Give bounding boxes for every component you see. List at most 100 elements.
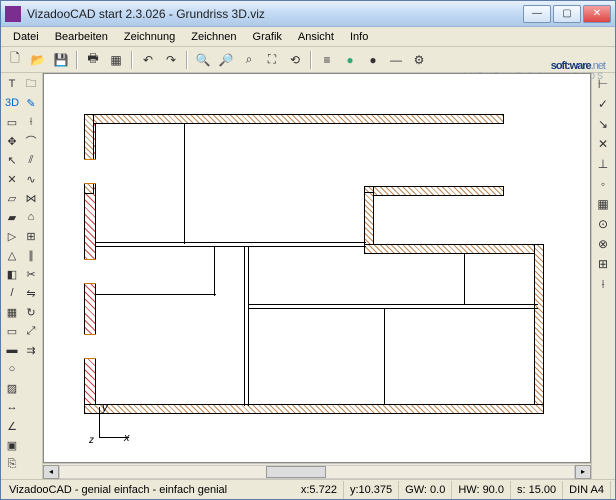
window-title: VizadooCAD start 2.3.026 - Grundriss 3D.…: [27, 7, 523, 21]
scroll-right-button[interactable]: ▸: [575, 465, 591, 479]
mirror-tool-icon[interactable]: ⇋: [22, 284, 40, 302]
menu-datei[interactable]: Datei: [5, 29, 47, 45]
minimize-button[interactable]: —: [523, 5, 551, 23]
eraser-tool-icon[interactable]: ✕: [3, 170, 21, 188]
maximize-button[interactable]: ▢: [553, 5, 581, 23]
door-tool-icon[interactable]: ⌂: [22, 208, 40, 226]
view-3d-icon[interactable]: 3D: [3, 94, 21, 112]
selection-tool-icon[interactable]: ▭: [3, 113, 21, 131]
menu-zeichnung[interactable]: Zeichnung: [116, 29, 183, 45]
new-file-icon[interactable]: 🗋: [5, 50, 25, 70]
polygon-tool-icon[interactable]: ▷: [3, 227, 21, 245]
line-style-icon[interactable]: —: [386, 50, 406, 70]
status-hw: HW: 90.0: [452, 481, 511, 499]
menubar: Datei Bearbeiten Zeichnung Zeichnen Graf…: [1, 27, 615, 47]
app-icon: [5, 6, 21, 22]
snap-ortho-icon[interactable]: ⊞: [594, 255, 612, 273]
status-y: y:10.375: [344, 481, 399, 499]
hatch-tool-icon[interactable]: ▦: [3, 303, 21, 321]
right-toolbar: ⊢ ✓ ↘ ✕ ⊥ ◦ ▦ ⊙ ⊗ ⊞ ⟊: [591, 73, 615, 479]
wall-tool2-icon[interactable]: ▰: [3, 208, 21, 226]
axis-z-label: z: [89, 435, 94, 446]
status-gw: GW: 0.0: [399, 481, 452, 499]
join-tool-icon[interactable]: ⋈: [22, 189, 40, 207]
stairs-tool-icon[interactable]: ⫽: [22, 151, 40, 169]
menu-bearbeiten[interactable]: Bearbeiten: [47, 29, 116, 45]
insert-tool-icon[interactable]: ⎘: [3, 455, 21, 473]
measure-tool-icon[interactable]: ⟊: [22, 113, 40, 131]
menu-info[interactable]: Info: [342, 29, 376, 45]
scroll-track[interactable]: [59, 465, 575, 479]
rect-tool-icon[interactable]: ▭: [3, 322, 21, 340]
pointer-tool-icon[interactable]: ↖: [3, 151, 21, 169]
zoom-fit-icon[interactable]: ⛶: [262, 50, 282, 70]
axis-x-label: x: [124, 432, 130, 444]
menu-ansicht[interactable]: Ansicht: [290, 29, 342, 45]
main-area: T 3D ▭ ✥ ↖ ✕ ▱ ▰ ▷ △ ◧ / ▦ ▭ ▬ ○ ▨ ↔ ∠ ▣…: [1, 73, 615, 479]
scale-tool-icon[interactable]: ⤢: [22, 322, 40, 340]
pen-tool-icon[interactable]: ✎: [22, 94, 40, 112]
open-file-icon[interactable]: 📂: [28, 50, 48, 70]
status-s: s: 15.00: [511, 481, 563, 499]
zoom-in-icon[interactable]: 🔍: [193, 50, 213, 70]
save-file-icon[interactable]: 💾: [51, 50, 71, 70]
wall-tool-icon[interactable]: ▱: [3, 189, 21, 207]
redo-icon[interactable]: ↷: [161, 50, 181, 70]
line-tool-icon[interactable]: /: [3, 284, 21, 302]
offset-tool-icon[interactable]: ⇉: [22, 341, 40, 359]
snap-mid-icon[interactable]: ◦: [594, 175, 612, 193]
color-black-icon[interactable]: ●: [363, 50, 383, 70]
properties-tool-icon[interactable]: ◧: [3, 265, 21, 283]
triangle-tool-icon[interactable]: △: [3, 246, 21, 264]
rotate-tool-icon[interactable]: ↻: [22, 303, 40, 321]
angle-dim-tool-icon[interactable]: ∠: [3, 417, 21, 435]
zoom-previous-icon[interactable]: ⟲: [285, 50, 305, 70]
menu-zeichnen[interactable]: Zeichnen: [183, 29, 244, 45]
block-tool-icon[interactable]: ▣: [3, 436, 21, 454]
dimension-tool-icon[interactable]: ↔: [3, 398, 21, 416]
text-tool-icon[interactable]: T: [3, 75, 21, 93]
trim-tool-icon[interactable]: ✂: [22, 265, 40, 283]
drawing-canvas[interactable]: y x z: [43, 73, 591, 463]
status-x: x:5.722: [295, 481, 344, 499]
snap-check-icon[interactable]: ✓: [594, 95, 612, 113]
layer-icon[interactable]: ≡: [317, 50, 337, 70]
list-icon[interactable]: ▦: [106, 50, 126, 70]
circle-tool-icon[interactable]: ○: [3, 360, 21, 378]
statusbar: VizadooCAD - genial einfach - einfach ge…: [1, 479, 615, 499]
scroll-left-button[interactable]: ◂: [43, 465, 59, 479]
axis-y-label: y: [102, 402, 108, 414]
menu-grafik[interactable]: Grafik: [245, 29, 290, 45]
snap-grid-icon[interactable]: ▦: [594, 195, 612, 213]
curve-tool-icon[interactable]: ∿: [22, 170, 40, 188]
close-button[interactable]: ✕: [583, 5, 611, 23]
move-tool-icon[interactable]: ✥: [3, 132, 21, 150]
snap-center-icon[interactable]: ⊙: [594, 215, 612, 233]
scroll-thumb[interactable]: [266, 466, 326, 478]
left-toolbar: T 3D ▭ ✥ ↖ ✕ ▱ ▰ ▷ △ ◧ / ▦ ▭ ▬ ○ ▨ ↔ ∠ ▣…: [1, 73, 43, 479]
print-icon[interactable]: 🖶: [83, 50, 103, 70]
window-tool-icon[interactable]: ⊞: [22, 227, 40, 245]
titlebar[interactable]: VizadooCAD start 2.3.026 - Grundriss 3D.…: [1, 1, 615, 27]
snap-perp-icon[interactable]: ⊥: [594, 155, 612, 173]
zoom-window-icon[interactable]: ⌕: [239, 50, 259, 70]
library-tool-icon[interactable]: 🗀: [22, 75, 40, 93]
parallel-tool-icon[interactable]: ∥: [22, 246, 40, 264]
settings-icon[interactable]: ⚙: [409, 50, 429, 70]
arc-tool-icon[interactable]: ⌒: [22, 132, 40, 150]
zoom-out-icon[interactable]: 🔎: [216, 50, 236, 70]
canvas-container: y x z ◂ ▸: [43, 73, 591, 479]
snap-cross-icon[interactable]: ✕: [594, 135, 612, 153]
snap-intersect-icon[interactable]: ⊗: [594, 235, 612, 253]
horizontal-scrollbar[interactable]: ◂ ▸: [43, 463, 591, 479]
snap-ruler-icon[interactable]: ⟊: [594, 275, 612, 293]
status-tagline: VizadooCAD - genial einfach - einfach ge…: [5, 484, 295, 496]
undo-icon[interactable]: ↶: [138, 50, 158, 70]
main-toolbar: 🗋 📂 💾 🖶 ▦ ↶ ↷ 🔍 🔎 ⌕ ⛶ ⟲ ≡ ● ● — ⚙ soft:w…: [1, 47, 615, 73]
color-circle-icon[interactable]: ●: [340, 50, 360, 70]
rect-fill-tool-icon[interactable]: ▬: [3, 341, 21, 359]
app-window: VizadooCAD start 2.3.026 - Grundriss 3D.…: [0, 0, 616, 500]
area-tool-icon[interactable]: ▨: [3, 379, 21, 397]
snap-arrow-icon[interactable]: ↘: [594, 115, 612, 133]
status-format: DIN A4: [563, 481, 611, 499]
